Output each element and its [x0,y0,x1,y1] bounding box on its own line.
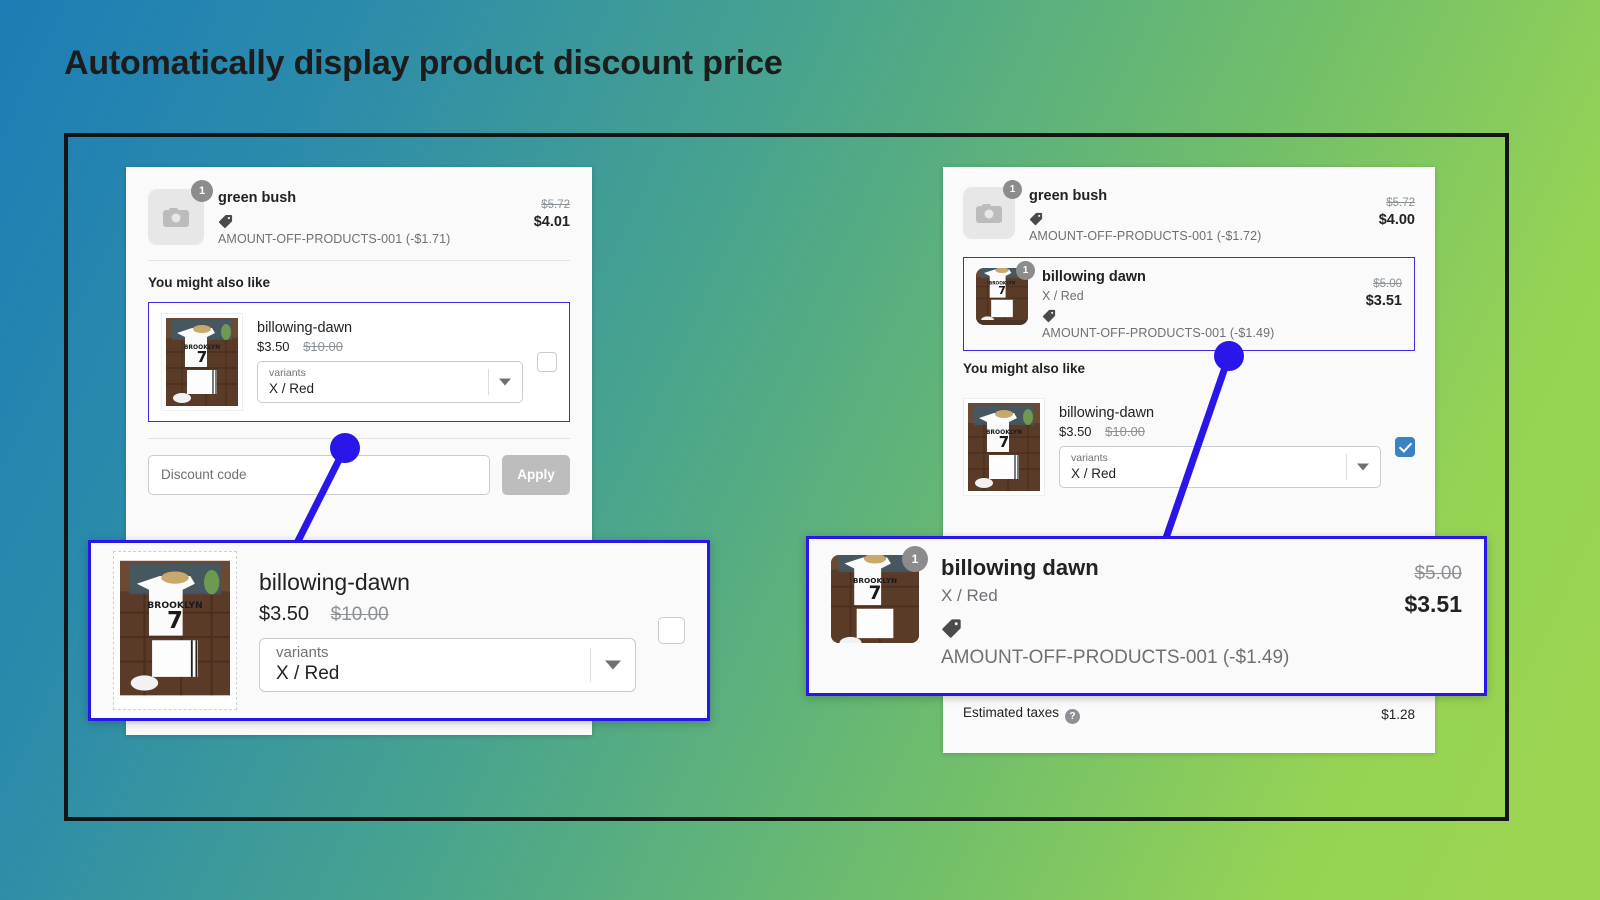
discount-code-text: AMOUNT-OFF-PRODUCTS-001 (-$1.72) [1029,228,1262,243]
recommendation-compare-price: $10.00 [303,339,343,355]
recommendation-card[interactable]: BROOKLYN 7 billowing-dawn $3.50 $10.00 v… [963,388,1415,506]
callout-thumbnail: BROOKLYN 7 [113,551,237,710]
original-price: $5.72 [541,199,570,211]
discount-tag-icon [942,619,961,638]
select-separator [488,369,489,396]
cart-line-item: 1 green bush AMOUNT-OFF-PRODUCTS-001 (-$… [148,180,570,260]
recommendation-price: $3.50 [1059,424,1092,440]
select-separator [1346,454,1347,481]
discount-tag-icon [1042,309,1056,322]
product-name: billowing dawn [1042,268,1146,285]
discounted-price: $4.01 [533,214,570,230]
discounted-price: $3.51 [1365,292,1402,309]
variant-select-value: X / Red [269,380,315,396]
divider [148,259,570,261]
quantity-badge: 1 [191,180,213,202]
discount-code-row: Apply [148,454,570,495]
product-thumbnail: BROOKLYN 7 1 [976,260,1035,325]
svg-text:7: 7 [167,608,183,634]
chevron-down-icon [1357,463,1369,471]
variant-select-label: variants [269,367,306,380]
discount-tag-icon [1029,212,1043,225]
variant-select-label: variants [1071,452,1108,465]
recommendation-price: $3.50 [257,339,290,355]
estimated-taxes-value: $1.28 [1381,707,1415,722]
discounted-price: $4.00 [1378,212,1415,228]
cart-line-item: 1 green bush AMOUNT-OFF-PRODUCTS-001 (-$… [963,180,1415,257]
recommendation-thumbnail: BROOKLYN 7 [963,397,1045,496]
callout-variant-select[interactable]: variants X / Red [259,638,636,692]
callout-compare-price: $10.00 [330,604,389,625]
recommendation-heading: You might also like [148,274,271,290]
callout-thumbnail: BROOKLYN 7 1 [831,546,928,643]
jersey-product-image: BROOKLYN 7 [120,560,230,696]
callout-discount-text: AMOUNT-OFF-PRODUCTS-001 (-$1.49) [941,647,1290,668]
variant-select[interactable]: variants X / Red [257,361,523,404]
svg-text:7: 7 [998,284,1006,297]
variant-select-value: X / Red [1071,465,1117,481]
jersey-product-image: BROOKLYN 7 [166,317,238,406]
callout-price: $3.50 [259,603,310,625]
apply-discount-button[interactable]: Apply [502,454,570,495]
estimated-taxes-row: Estimated taxes? $1.28 [963,696,1415,733]
callout-recommendation-zoom: BROOKLYN 7 billowing-dawn $3.50 $10.00 v… [88,540,710,721]
quantity-badge: 1 [1003,180,1022,199]
variant-select[interactable]: variants X / Red [1059,446,1381,489]
added-cart-line-item: BROOKLYN 7 1 billowing dawn X / Red AMOU… [963,256,1415,351]
callout-original-price: $5.00 [1414,563,1462,584]
recommendation-thumbnail: BROOKLYN 7 [161,312,243,411]
recommendation-name: billowing-dawn [1059,405,1155,422]
svg-text:7: 7 [999,433,1009,451]
chevron-down-icon [605,660,621,670]
discount-code-input[interactable] [148,454,490,495]
recommendation-card[interactable]: BROOKLYN 7 billowing-dawn $3.50 $10.00 v… [148,301,570,422]
quantity-badge: 1 [1016,260,1035,280]
variant-select-value: X / Red [276,662,340,684]
discount-code-text: AMOUNT-OFF-PRODUCTS-001 (-$1.71) [218,231,451,246]
callout-product-variant: X / Red [941,586,998,605]
recommendation-compare-price: $10.00 [1105,424,1145,440]
callout-checkbox[interactable] [658,617,685,644]
order-summary: Estimated taxes? $1.28 [963,695,1415,733]
svg-text:7: 7 [869,583,882,604]
callout-anchor-dot-left [330,433,360,463]
callout-anchor-dot-right [1214,341,1244,371]
discount-tag-icon [218,214,233,228]
discount-code-text: AMOUNT-OFF-PRODUCTS-001 (-$1.49) [1042,325,1275,340]
product-variant: X / Red [1042,288,1084,303]
divider [148,437,570,439]
page-title: Automatically display product discount p… [64,44,783,82]
recommendation-checkbox[interactable] [537,351,557,372]
product-thumbnail: 1 [148,180,213,245]
svg-text:7: 7 [197,348,207,366]
recommendation-checkbox[interactable] [1395,436,1415,457]
product-thumbnail: 1 [963,180,1022,239]
product-name: green bush [218,190,297,206]
chevron-down-icon [499,378,511,386]
jersey-product-image: BROOKLYN 7 [968,402,1040,491]
select-separator [590,648,591,682]
product-name: green bush [1029,188,1108,204]
callout-added-item-zoom: BROOKLYN 7 1 billowing dawn X / Red AMOU… [806,536,1487,696]
recommendation-heading: You might also like [963,360,1086,376]
callout-discounted-price: $3.51 [1404,591,1462,617]
help-icon[interactable]: ? [1065,709,1081,724]
callout-product-name: billowing dawn [941,555,1099,580]
original-price: $5.72 [1386,197,1415,209]
estimated-taxes-label: Estimated taxes? [963,705,1081,724]
variant-select-label: variants [276,643,329,661]
quantity-badge: 1 [902,546,928,572]
recommendation-name: billowing-dawn [257,320,353,337]
callout-product-name: billowing-dawn [259,569,410,595]
original-price: $5.00 [1373,277,1402,290]
